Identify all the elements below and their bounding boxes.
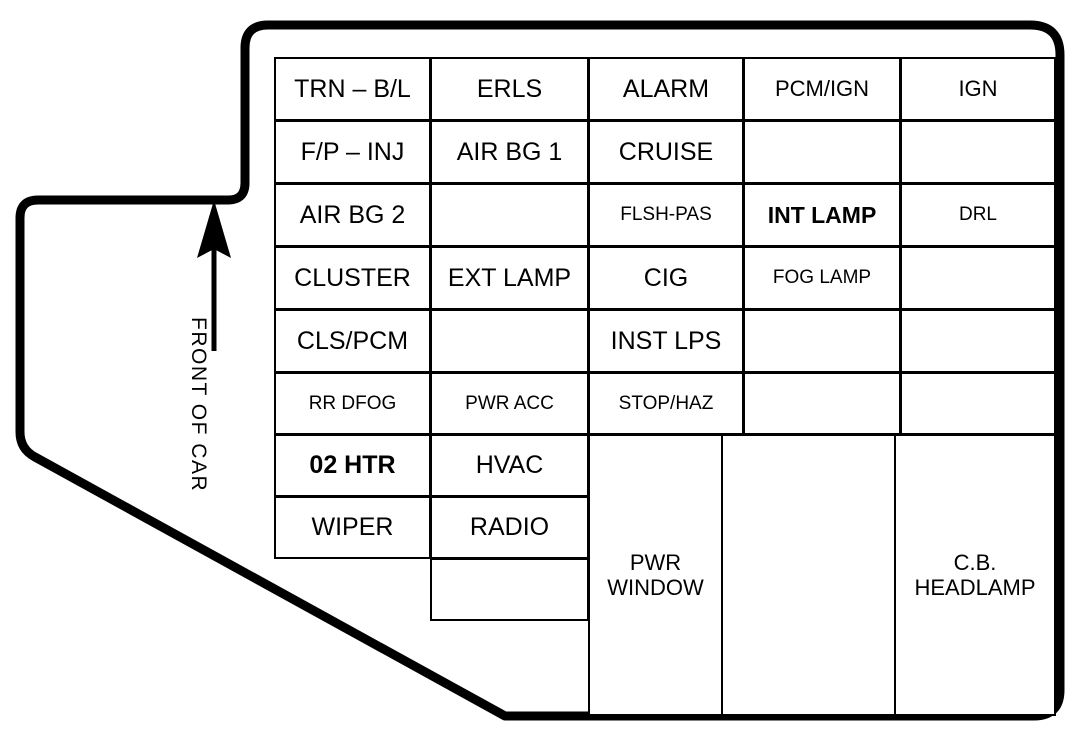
fuse-label: DRL bbox=[958, 204, 997, 226]
fuse-cell-cluster[interactable]: CLUSTER bbox=[274, 246, 431, 310]
fuse-cell-hvac[interactable]: HVAC bbox=[430, 434, 589, 497]
fuse-label: FLSH-PAS bbox=[620, 204, 712, 226]
fuse-cell-cig[interactable]: CIG bbox=[588, 246, 744, 310]
fuse-cell-empty-c4r6[interactable] bbox=[743, 372, 901, 435]
fuse-label: AIR BG 2 bbox=[299, 200, 406, 229]
fuse-cell-pwr-window[interactable]: PWR WINDOW bbox=[588, 434, 723, 716]
fuse-label: 02 HTR bbox=[309, 451, 396, 480]
fuse-cell-empty-c5r5[interactable] bbox=[900, 309, 1056, 373]
fuse-cell-fp-inj[interactable]: F/P – INJ bbox=[274, 120, 431, 184]
fuse-cell-cruise[interactable]: CRUISE bbox=[588, 120, 744, 184]
fuse-label: ERLS bbox=[476, 74, 543, 103]
fuse-label: PCM/IGN bbox=[774, 76, 870, 102]
fuse-cell-stop-haz[interactable]: STOP/HAZ bbox=[588, 372, 744, 435]
fuse-label: CLS/PCM bbox=[296, 326, 409, 355]
fuse-cell-empty-c5r2[interactable] bbox=[900, 120, 1056, 184]
fuse-cell-pwr-acc[interactable]: PWR ACC bbox=[430, 372, 589, 435]
fuse-label: RADIO bbox=[469, 513, 550, 542]
fuse-label: F/P – INJ bbox=[300, 137, 405, 166]
fuse-label: ALARM bbox=[622, 74, 710, 103]
fuse-cell-empty-c4r2[interactable] bbox=[743, 120, 901, 184]
fuse-cell-ign[interactable]: IGN bbox=[900, 57, 1056, 121]
fuse-cell-int-lamp[interactable]: INT LAMP bbox=[743, 183, 901, 247]
fuse-cell-inst-lps[interactable]: INST LPS bbox=[588, 309, 744, 373]
fuse-label: WIPER bbox=[311, 513, 394, 542]
fuse-label: PWR ACC bbox=[465, 392, 554, 414]
fuse-cell-fog-lamp[interactable]: FOG LAMP bbox=[743, 246, 901, 310]
fuse-label: TRN – B/L bbox=[294, 74, 411, 103]
fuse-cell-drl[interactable]: DRL bbox=[900, 183, 1056, 247]
fuse-cell-empty-large[interactable] bbox=[721, 434, 896, 716]
fuse-cell-radio[interactable]: RADIO bbox=[430, 496, 589, 559]
fuse-label: STOP/HAZ bbox=[618, 392, 714, 414]
fuse-label: CLUSTER bbox=[294, 263, 411, 292]
fuse-label: CIG bbox=[643, 263, 689, 292]
fuse-cell-empty-c5r6[interactable] bbox=[900, 372, 1056, 435]
fuse-cell-alarm[interactable]: ALARM bbox=[588, 57, 744, 121]
fuse-label: EXT LAMP bbox=[447, 263, 572, 292]
fuse-label-line1: PWR bbox=[629, 549, 682, 575]
fuse-cell-rr-dfog[interactable]: RR DFOG bbox=[274, 372, 431, 435]
fuse-label-line2: WINDOW bbox=[607, 575, 704, 600]
fuse-cell-02-htr[interactable]: 02 HTR bbox=[274, 434, 431, 497]
front-of-car-label: FRONT OF CAR bbox=[187, 317, 210, 493]
fuse-box-diagram: FRONT OF CAR TRN – B/L ERLS ALARM PCM/IG… bbox=[0, 0, 1076, 741]
fuse-label: CRUISE bbox=[618, 137, 714, 166]
fuse-label: RR DFOG bbox=[308, 392, 397, 414]
fuse-cell-erls[interactable]: ERLS bbox=[430, 57, 589, 121]
fuse-cell-wiper[interactable]: WIPER bbox=[274, 496, 431, 559]
fuse-cell-empty-c5r4[interactable] bbox=[900, 246, 1056, 310]
fuse-label: FOG LAMP bbox=[772, 267, 872, 289]
fuse-cell-pcm-ign[interactable]: PCM/IGN bbox=[743, 57, 901, 121]
fuse-cell-empty-c2r5[interactable] bbox=[430, 309, 589, 373]
fuse-cell-air-bg-1[interactable]: AIR BG 1 bbox=[430, 120, 589, 184]
fuse-cell-cls-pcm[interactable]: CLS/PCM bbox=[274, 309, 431, 373]
fuse-cell-air-bg-2[interactable]: AIR BG 2 bbox=[274, 183, 431, 247]
fuse-cell-empty-c2r9[interactable] bbox=[430, 558, 589, 621]
fuse-label-line1: C.B. bbox=[953, 549, 997, 575]
fuse-label-line2: HEADLAMP bbox=[914, 575, 1036, 600]
fuse-cell-flsh-pas[interactable]: FLSH-PAS bbox=[588, 183, 744, 247]
fuse-cell-ext-lamp[interactable]: EXT LAMP bbox=[430, 246, 589, 310]
fuse-cell-empty-c4r5[interactable] bbox=[743, 309, 901, 373]
fuse-cell-trn-bl[interactable]: TRN – B/L bbox=[274, 57, 431, 121]
fuse-cell-empty-c2r3[interactable] bbox=[430, 183, 589, 247]
fuse-label: IGN bbox=[958, 76, 998, 102]
fuse-label: INST LPS bbox=[610, 326, 722, 355]
fuse-label: HVAC bbox=[475, 451, 544, 480]
fuse-label: AIR BG 1 bbox=[456, 137, 563, 166]
fuse-label: INT LAMP bbox=[767, 201, 877, 228]
fuse-cell-cb-headlamp[interactable]: C.B. HEADLAMP bbox=[894, 434, 1056, 716]
